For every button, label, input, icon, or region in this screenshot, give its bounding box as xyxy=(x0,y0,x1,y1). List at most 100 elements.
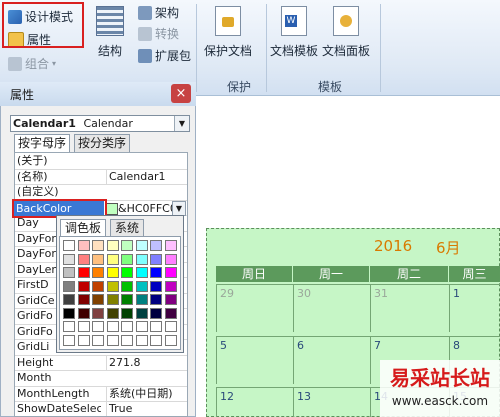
color-swatch-cell[interactable] xyxy=(92,294,104,305)
color-swatch-cell[interactable] xyxy=(63,267,75,278)
color-swatch-cell[interactable] xyxy=(164,307,177,319)
color-swatch-cell[interactable] xyxy=(135,294,148,305)
color-swatch-cell[interactable] xyxy=(135,280,148,292)
color-swatch-cell[interactable] xyxy=(121,321,133,332)
color-swatch-cell[interactable] xyxy=(150,280,162,292)
color-swatch-cell[interactable] xyxy=(150,334,162,346)
color-swatch-cell[interactable] xyxy=(164,240,177,251)
color-swatch-cell[interactable] xyxy=(121,334,133,346)
color-swatch-cell[interactable] xyxy=(92,307,104,319)
color-swatch-cell[interactable] xyxy=(135,240,148,251)
color-swatch-cell[interactable] xyxy=(164,321,177,332)
property-row[interactable]: MonthLength 系统(中日期) xyxy=(15,385,187,402)
color-swatch-cell[interactable] xyxy=(77,267,90,278)
structure-button[interactable]: 结构 xyxy=(96,6,124,59)
property-row[interactable]: Height 271.8 xyxy=(15,354,187,371)
calendar-day[interactable]: 13 xyxy=(293,387,370,417)
convert-label: 转换 xyxy=(155,27,180,41)
close-icon[interactable]: × xyxy=(171,84,191,103)
color-swatch-cell[interactable] xyxy=(121,253,133,265)
color-swatch-cell[interactable] xyxy=(121,280,133,292)
combine-button[interactable]: 组合 ▾ xyxy=(8,55,56,72)
calendar-day[interactable]: 31 xyxy=(370,284,449,332)
color-swatch-cell[interactable] xyxy=(121,307,133,319)
architecture-button[interactable]: 架构 xyxy=(138,4,179,21)
tab-alphabetic[interactable]: 按字母序 xyxy=(14,134,71,152)
color-swatch-cell[interactable] xyxy=(106,294,119,305)
color-swatch-cell[interactable] xyxy=(164,334,177,346)
color-swatch-cell[interactable] xyxy=(77,280,90,292)
protect-group-label: 保护 xyxy=(226,80,251,94)
color-swatch-cell[interactable] xyxy=(150,267,162,278)
tab-categorized[interactable]: 按分类序 xyxy=(74,134,131,152)
tab-system-colors[interactable]: 系统 xyxy=(110,219,145,236)
color-swatch-cell[interactable] xyxy=(63,240,75,251)
color-swatch-cell[interactable] xyxy=(92,321,104,332)
color-swatch-cell[interactable] xyxy=(135,267,148,278)
color-swatch-cell[interactable] xyxy=(164,280,177,292)
color-swatch-cell[interactable] xyxy=(77,294,90,305)
calendar-day[interactable]: 29 xyxy=(216,284,293,332)
color-swatch-cell[interactable] xyxy=(106,280,119,292)
object-selector[interactable]: Calendar1 Calendar ▼ xyxy=(10,115,190,132)
color-swatch-cell[interactable] xyxy=(121,267,133,278)
color-swatch-cell[interactable] xyxy=(164,253,177,265)
color-swatch-cell[interactable] xyxy=(150,307,162,319)
color-swatch-cell[interactable] xyxy=(135,334,148,346)
calendar-day[interactable]: 5 xyxy=(216,336,293,384)
color-swatch-cell[interactable] xyxy=(92,280,104,292)
convert-button[interactable]: 转换 xyxy=(138,25,179,42)
chevron-down-icon[interactable]: ▼ xyxy=(174,116,189,131)
color-swatch-cell[interactable] xyxy=(63,321,75,332)
color-swatch-cell[interactable] xyxy=(106,253,119,265)
protect-document-button[interactable]: 保护文档 xyxy=(204,6,252,59)
color-swatch-cell[interactable] xyxy=(63,253,75,265)
tab-palette[interactable]: 调色板 xyxy=(60,219,107,236)
color-swatch-cell[interactable] xyxy=(92,334,104,346)
document-panel-button[interactable]: 文档面板 xyxy=(322,6,370,59)
color-swatch-cell[interactable] xyxy=(92,240,104,251)
color-swatch-cell[interactable] xyxy=(164,294,177,305)
color-swatch-cell[interactable] xyxy=(106,334,119,346)
calendar-day[interactable]: 30 xyxy=(293,284,370,332)
color-swatch-cell[interactable] xyxy=(106,240,119,251)
chevron-down-icon[interactable]: ▼ xyxy=(172,201,186,216)
color-swatch-cell[interactable] xyxy=(135,307,148,319)
color-swatch-cell[interactable] xyxy=(121,240,133,251)
color-swatch-cell[interactable] xyxy=(150,253,162,265)
property-row[interactable]: (关于) xyxy=(15,153,187,170)
document-template-button[interactable]: W 文档模板 xyxy=(270,6,318,59)
property-row[interactable]: (名称) Calendar1 xyxy=(15,168,187,185)
color-swatch-cell[interactable] xyxy=(92,267,104,278)
color-swatch-cell[interactable] xyxy=(121,294,133,305)
calendar-day[interactable]: 12 xyxy=(216,387,293,417)
expand-pack-icon xyxy=(138,48,152,63)
color-swatch-cell[interactable] xyxy=(135,253,148,265)
color-swatch-cell[interactable] xyxy=(77,334,90,346)
color-swatch-cell[interactable] xyxy=(106,321,119,332)
color-swatch-cell[interactable] xyxy=(150,240,162,251)
color-swatch-cell[interactable] xyxy=(77,321,90,332)
property-row[interactable]: ShowDateSelec True xyxy=(15,401,187,416)
color-swatch-cell[interactable] xyxy=(106,267,119,278)
color-swatch-cell[interactable] xyxy=(63,307,75,319)
color-swatch-cell[interactable] xyxy=(135,321,148,332)
color-swatch-cell[interactable] xyxy=(150,321,162,332)
property-key: MonthLength xyxy=(17,386,90,400)
color-swatch-cell[interactable] xyxy=(77,240,90,251)
color-swatch-cell[interactable] xyxy=(92,253,104,265)
calendar-day[interactable]: 6 xyxy=(293,336,370,384)
combine-icon xyxy=(8,56,22,71)
color-swatch-cell[interactable] xyxy=(150,294,162,305)
color-swatch-cell[interactable] xyxy=(106,307,119,319)
ribbon-separator xyxy=(380,4,381,92)
color-swatch-cell[interactable] xyxy=(63,294,75,305)
color-swatch-cell[interactable] xyxy=(77,253,90,265)
property-row[interactable]: Month xyxy=(15,370,187,387)
color-swatch-cell[interactable] xyxy=(164,267,177,278)
color-swatch-cell[interactable] xyxy=(77,307,90,319)
color-swatch-cell[interactable] xyxy=(63,280,75,292)
calendar-day[interactable]: 1 xyxy=(449,284,500,332)
expand-pack-button[interactable]: 扩展包 xyxy=(138,47,191,64)
color-swatch-cell[interactable] xyxy=(63,334,75,346)
